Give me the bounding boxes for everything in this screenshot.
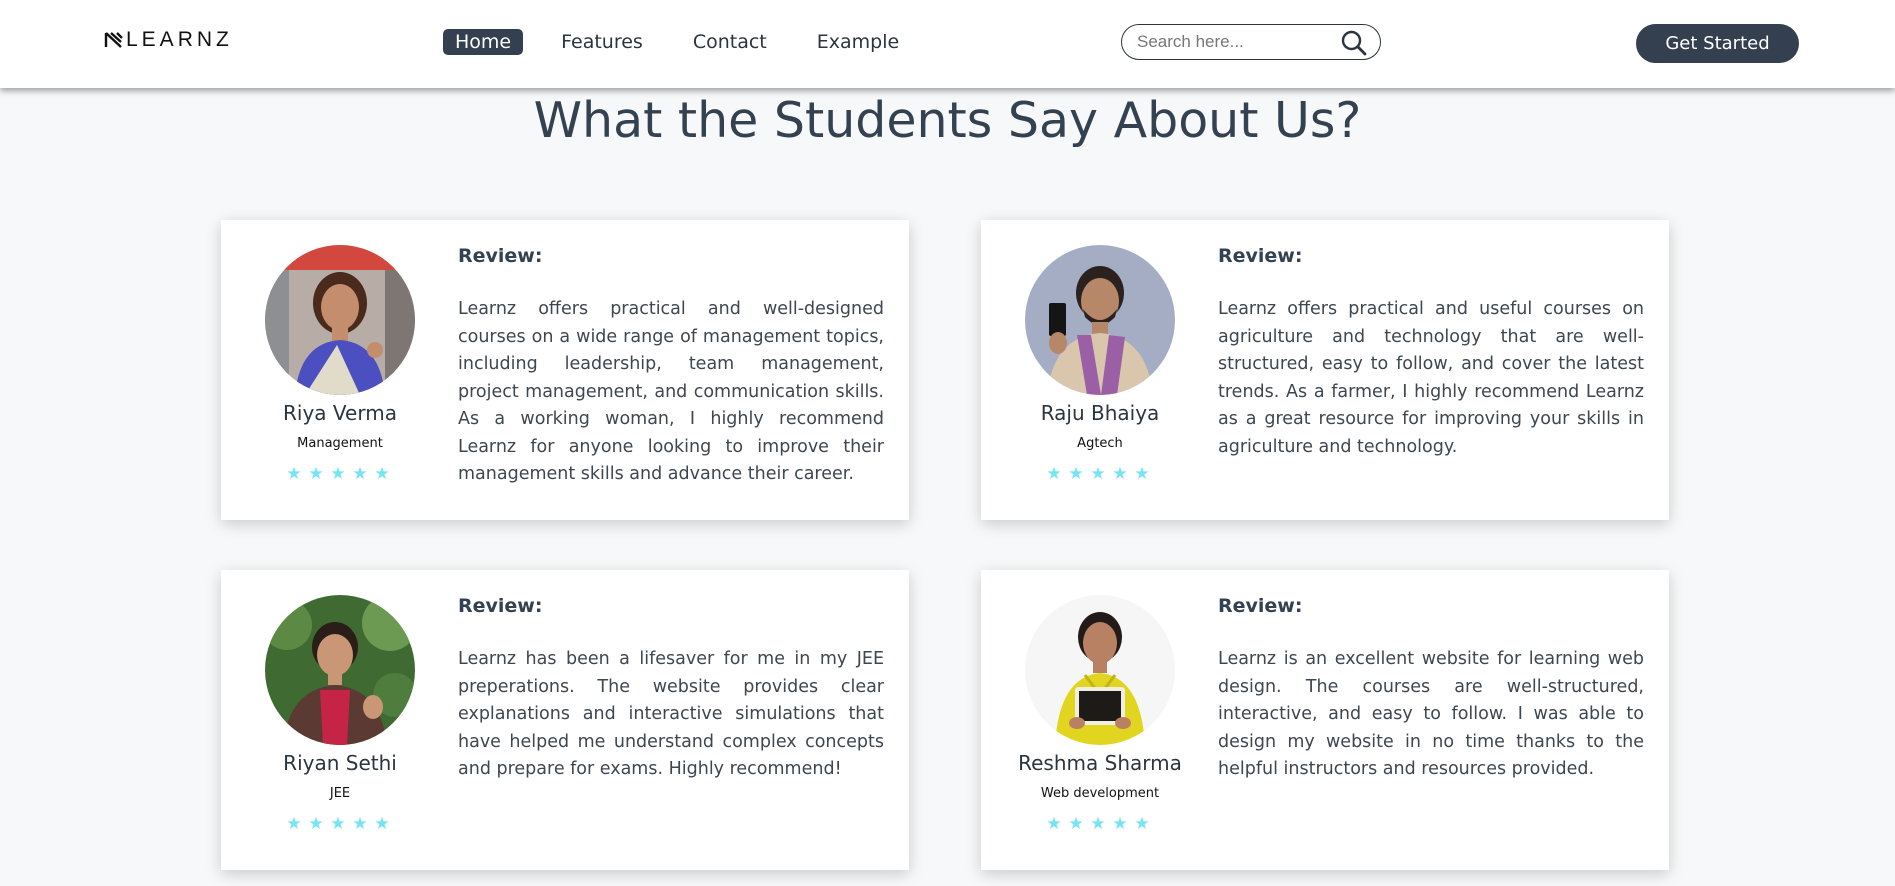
student-course: JEE [329, 786, 351, 801]
star-icon: ★ [374, 464, 390, 484]
avatar [265, 595, 415, 745]
avatar [265, 245, 415, 395]
star-icon: ★ [352, 814, 368, 834]
rating-stars: ★ ★ ★ ★ ★ [283, 464, 393, 484]
star-icon: ★ [1112, 464, 1128, 484]
review-label: Review: [1218, 245, 1303, 267]
star-icon: ★ [286, 814, 302, 834]
testimonial-card: Reshma Sharma Web development ★ ★ ★ ★ ★ … [981, 570, 1669, 870]
student-name: Riyan Sethi [283, 751, 397, 775]
star-icon: ★ [1112, 814, 1128, 834]
student-photo [265, 595, 415, 745]
student-photo [1025, 595, 1175, 745]
star-icon: ★ [330, 464, 346, 484]
star-icon: ★ [286, 464, 302, 484]
star-icon: ★ [1068, 464, 1084, 484]
star-icon: ★ [330, 814, 346, 834]
star-icon: ★ [308, 814, 324, 834]
search-input[interactable] [1135, 31, 1339, 53]
student-course: Web development [1040, 786, 1160, 801]
section-title: What the Students Say About Us? [533, 92, 1362, 149]
star-icon: ★ [1090, 464, 1106, 484]
review-text: Learnz is an excellent website for learn… [1218, 649, 1644, 779]
student-name: Riya Verma [283, 401, 397, 425]
review-text: Learnz offers practical and well-designe… [458, 299, 884, 484]
avatar [1025, 595, 1175, 745]
review-text: Learnz has been a lifesaver for me in my… [458, 649, 884, 779]
avatar [1025, 245, 1175, 395]
student-name: Raju Bhaiya [1040, 401, 1160, 425]
student-name: Reshma Sharma [1018, 751, 1182, 775]
review-label: Review: [1218, 595, 1303, 617]
student-photo [1025, 245, 1175, 395]
student-course: Management [297, 436, 383, 451]
star-icon: ★ [374, 814, 390, 834]
star-icon: ★ [1134, 814, 1150, 834]
nav-contact[interactable]: Contact [681, 29, 779, 55]
get-started-button[interactable]: Get Started [1636, 24, 1799, 63]
review-text: Learnz offers practical and useful cours… [1218, 299, 1644, 457]
testimonial-card: Raju Bhaiya Agtech ★ ★ ★ ★ ★ Review: Lea… [981, 220, 1669, 520]
student-course: Agtech [1077, 436, 1123, 451]
rating-stars: ★ ★ ★ ★ ★ [283, 814, 393, 834]
search-icon[interactable] [1340, 29, 1368, 57]
logo[interactable]: LEARNZ [104, 28, 233, 52]
star-icon: ★ [1046, 464, 1062, 484]
navbar: LEARNZ Home Features Contact Example Get… [0, 0, 1895, 88]
nav-links: Home Features Contact Example [443, 29, 937, 55]
rating-stars: ★ ★ ★ ★ ★ [1043, 814, 1153, 834]
student-photo [265, 245, 415, 395]
nav-features[interactable]: Features [549, 29, 655, 55]
testimonial-card: Riyan Sethi JEE ★ ★ ★ ★ ★ Review: Learnz… [221, 570, 909, 870]
review-label: Review: [458, 245, 543, 267]
search-box [1121, 24, 1381, 60]
star-icon: ★ [308, 464, 324, 484]
testimonial-card: Riya Verma Management ★ ★ ★ ★ ★ Review: … [221, 220, 909, 520]
logo-icon [104, 32, 123, 48]
star-icon: ★ [1068, 814, 1084, 834]
nav-example[interactable]: Example [805, 29, 911, 55]
star-icon: ★ [1046, 814, 1062, 834]
star-icon: ★ [1134, 464, 1150, 484]
star-icon: ★ [1090, 814, 1106, 834]
rating-stars: ★ ★ ★ ★ ★ [1043, 464, 1153, 484]
star-icon: ★ [352, 464, 368, 484]
logo-text: LEARNZ [126, 28, 233, 51]
review-label: Review: [458, 595, 543, 617]
nav-home[interactable]: Home [443, 29, 524, 55]
